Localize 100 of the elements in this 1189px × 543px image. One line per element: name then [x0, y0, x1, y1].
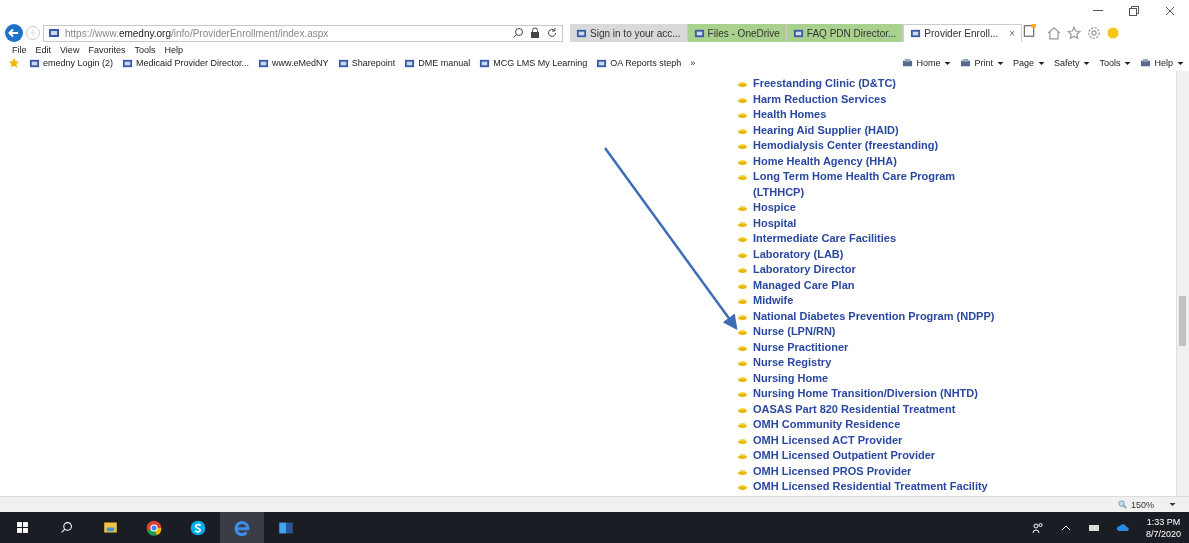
caret-icon [1168, 500, 1177, 509]
page-icon [910, 28, 922, 39]
back-button[interactable] [5, 24, 23, 42]
provider-link[interactable]: Laboratory Director [753, 262, 1003, 278]
browser-tab[interactable]: Provider Enroll... × [903, 24, 1023, 42]
bullet-icon [738, 453, 747, 459]
command-button[interactable]: Tools [1099, 58, 1121, 68]
page-icon [960, 57, 972, 69]
close-icon[interactable] [1165, 6, 1175, 16]
provider-link[interactable]: Laboratory (LAB) [753, 246, 1003, 262]
lock-icon [529, 27, 541, 39]
menu-item[interactable]: File [12, 44, 27, 55]
cloud-icon [1115, 521, 1130, 534]
provider-link[interactable]: Freestanding Clinic (D&TC) [753, 76, 1003, 92]
menu-item[interactable]: Favorites [88, 44, 126, 55]
provider-link[interactable]: OMH Community Residence [753, 417, 1003, 433]
search-icon [59, 521, 73, 534]
provider-link[interactable]: Nursing Home Transition/Diversion (NHTD) [753, 386, 1003, 402]
provider-link[interactable]: Hospice [753, 200, 1003, 216]
settings-icon [1087, 26, 1102, 40]
command-button[interactable]: Page [1012, 58, 1034, 68]
minimize-icon[interactable] [1093, 10, 1103, 12]
favorite-link[interactable]: Sharepoint [351, 58, 396, 68]
command-button[interactable]: Safety [1053, 58, 1080, 68]
browser-tab[interactable]: Sign in to your acc... [570, 24, 688, 42]
people-icon [1031, 521, 1044, 534]
provider-link[interactable]: Intermediate Care Facilities [753, 231, 1003, 247]
new-tab-icon [1022, 24, 1037, 38]
command-button[interactable]: Help [1154, 58, 1173, 68]
page-icon [258, 57, 270, 69]
provider-link[interactable]: OASAS Part 820 Residential Treatment [753, 401, 1003, 417]
bullet-icon [738, 375, 747, 382]
provider-link[interactable]: OMH Licensed PROS Provider [753, 463, 1003, 479]
favorite-link[interactable]: emedny Login (2) [43, 58, 114, 68]
provider-link[interactable]: Long Term Home Health Care Program (LTHHCP) [753, 169, 1003, 200]
round-app-icon [146, 519, 162, 536]
bullet-icon [738, 220, 747, 227]
provider-link[interactable]: Hospital [753, 215, 1003, 231]
bullet-icon [738, 127, 747, 134]
more-favorites-button[interactable]: » [690, 58, 696, 68]
bullet-icon [738, 81, 747, 87]
provider-link[interactable]: Hearing Aid Supplier (HAID) [753, 122, 1003, 138]
page-icon [792, 27, 804, 39]
provider-link[interactable]: Nursing Home [753, 370, 1003, 386]
command-button[interactable]: Home [916, 58, 941, 68]
browser-tab[interactable]: FAQ PDN Director... [786, 24, 904, 42]
menu-item[interactable]: Tools [134, 44, 156, 55]
page-icon [576, 27, 587, 39]
provider-link[interactable]: Nurse (LPN/RN) [753, 324, 1003, 340]
windows-icon [15, 521, 29, 534]
page-icon [404, 57, 416, 69]
provider-link[interactable]: Midwife [753, 293, 1003, 309]
favorite-link[interactable]: DME manual [418, 58, 471, 68]
browser-tab[interactable]: Files - OneDrive [687, 24, 787, 42]
menu-item[interactable]: View [60, 44, 80, 55]
menu-item[interactable]: Edit [35, 44, 52, 55]
bullet-icon [738, 468, 747, 475]
provider-link[interactable]: OMH Licensed Residential Treatment Facility [753, 479, 1003, 495]
provider-link[interactable]: Hemodialysis Center (freestanding) [753, 138, 1003, 154]
home-icon [1047, 26, 1062, 40]
favorite-link[interactable]: OA Reports steph [610, 58, 682, 68]
folder-icon [102, 520, 118, 535]
bullet-icon [738, 484, 747, 490]
provider-link[interactable]: Health Homes [753, 107, 1003, 123]
provider-link[interactable]: Nurse Registry [753, 355, 1003, 371]
chat-app-icon [190, 519, 206, 536]
favorite-link[interactable]: www.eMedNY [272, 58, 329, 68]
bullet-icon [738, 422, 747, 428]
clock[interactable]: 1:33 PM 8/7/2020 [1145, 515, 1181, 540]
provider-link[interactable]: Harm Reduction Services [753, 91, 1003, 107]
refresh-icon [546, 27, 558, 39]
page-icon [122, 57, 134, 69]
address-field[interactable]: https://www.emedny.org/info/ProviderEnrollment/index.aspx [43, 24, 563, 42]
bullet-icon [738, 313, 747, 320]
bullet-icon [738, 298, 747, 304]
bullet-icon [738, 282, 747, 289]
bullet-icon [738, 391, 747, 397]
bullet-icon [738, 360, 747, 366]
command-button[interactable]: Print [974, 58, 993, 68]
menu-item[interactable]: Help [164, 44, 183, 55]
restore-icon[interactable] [1129, 6, 1139, 16]
scrollbar[interactable] [1176, 71, 1189, 496]
bullet-icon [738, 406, 747, 413]
bullet-icon [738, 112, 747, 118]
bullet-icon [738, 96, 747, 103]
magnifier-icon [1116, 499, 1128, 510]
provider-link[interactable]: OMH Licensed ACT Provider [753, 432, 1003, 448]
bullet-icon [738, 329, 747, 335]
zoom-level[interactable]: 150% [1116, 499, 1154, 510]
provider-link[interactable]: National Diabetes Prevention Program (NDPP) [753, 308, 1003, 324]
favorite-link[interactable]: Medicaid Provider Director... [136, 58, 250, 68]
provider-link[interactable]: OMH Licensed Outpatient Provider [753, 448, 1003, 464]
provider-link[interactable]: Managed Care Plan [753, 277, 1003, 293]
favorite-link[interactable]: MCG LMS My Learning [493, 58, 588, 68]
bullet-icon [738, 344, 747, 351]
provider-link[interactable]: Nurse Practitioner [753, 339, 1003, 355]
browser-icon [233, 518, 251, 537]
provider-link[interactable]: Home Health Agency (HHA) [753, 153, 1003, 169]
close-tab-button[interactable]: × [1009, 28, 1016, 39]
bullet-icon [738, 158, 747, 165]
